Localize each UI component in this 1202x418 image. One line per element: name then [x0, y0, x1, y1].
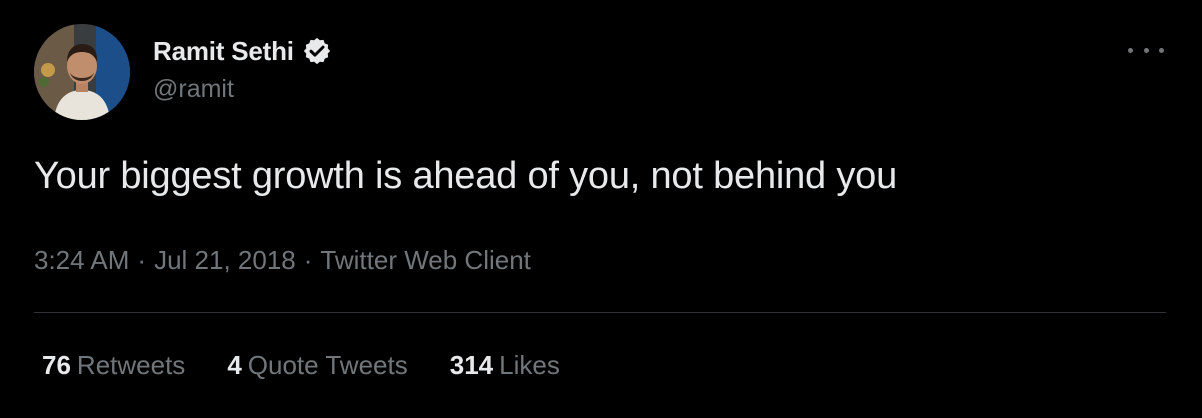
likes-count: 314 [449, 350, 494, 380]
more-options-icon[interactable] [1124, 38, 1168, 62]
divider [34, 312, 1166, 313]
retweets-label: Retweets [76, 350, 186, 380]
quote-tweets-stat[interactable]: 4 Quote Tweets [227, 350, 407, 381]
tweet-text: Your biggest growth is ahead of you, not… [34, 155, 898, 197]
retweets-stat[interactable]: 76 Retweets [42, 350, 185, 381]
meta-separator: · [137, 245, 147, 275]
verified-badge-icon [302, 36, 332, 66]
tweet-time[interactable]: 3:24 AM [34, 245, 129, 275]
avatar[interactable] [34, 24, 130, 120]
quote-tweets-count: 4 [227, 350, 242, 380]
quote-tweets-label: Quote Tweets [247, 350, 408, 380]
tweet-card: Ramit Sethi @ramit Your biggest growth i… [0, 0, 1202, 418]
author-name-row[interactable]: Ramit Sethi [153, 33, 332, 69]
more-dot [1128, 47, 1133, 53]
author-name[interactable]: Ramit Sethi [153, 36, 294, 67]
more-dot [1143, 47, 1149, 53]
tweet-source[interactable]: Twitter Web Client [320, 245, 530, 275]
retweets-count: 76 [42, 350, 71, 380]
more-dot [1159, 47, 1164, 53]
likes-label: Likes [499, 350, 560, 380]
author-handle[interactable]: @ramit [153, 75, 234, 104]
tweet-date[interactable]: Jul 21, 2018 [154, 245, 296, 275]
tweet-metadata: 3:24 AM · Jul 21, 2018 · Twitter Web Client [34, 245, 531, 276]
engagement-stats: 76 Retweets 4 Quote Tweets 314 Likes [42, 350, 602, 381]
avatar-photo [34, 24, 130, 120]
meta-separator: · [303, 245, 313, 275]
likes-stat[interactable]: 314 Likes [450, 350, 560, 381]
